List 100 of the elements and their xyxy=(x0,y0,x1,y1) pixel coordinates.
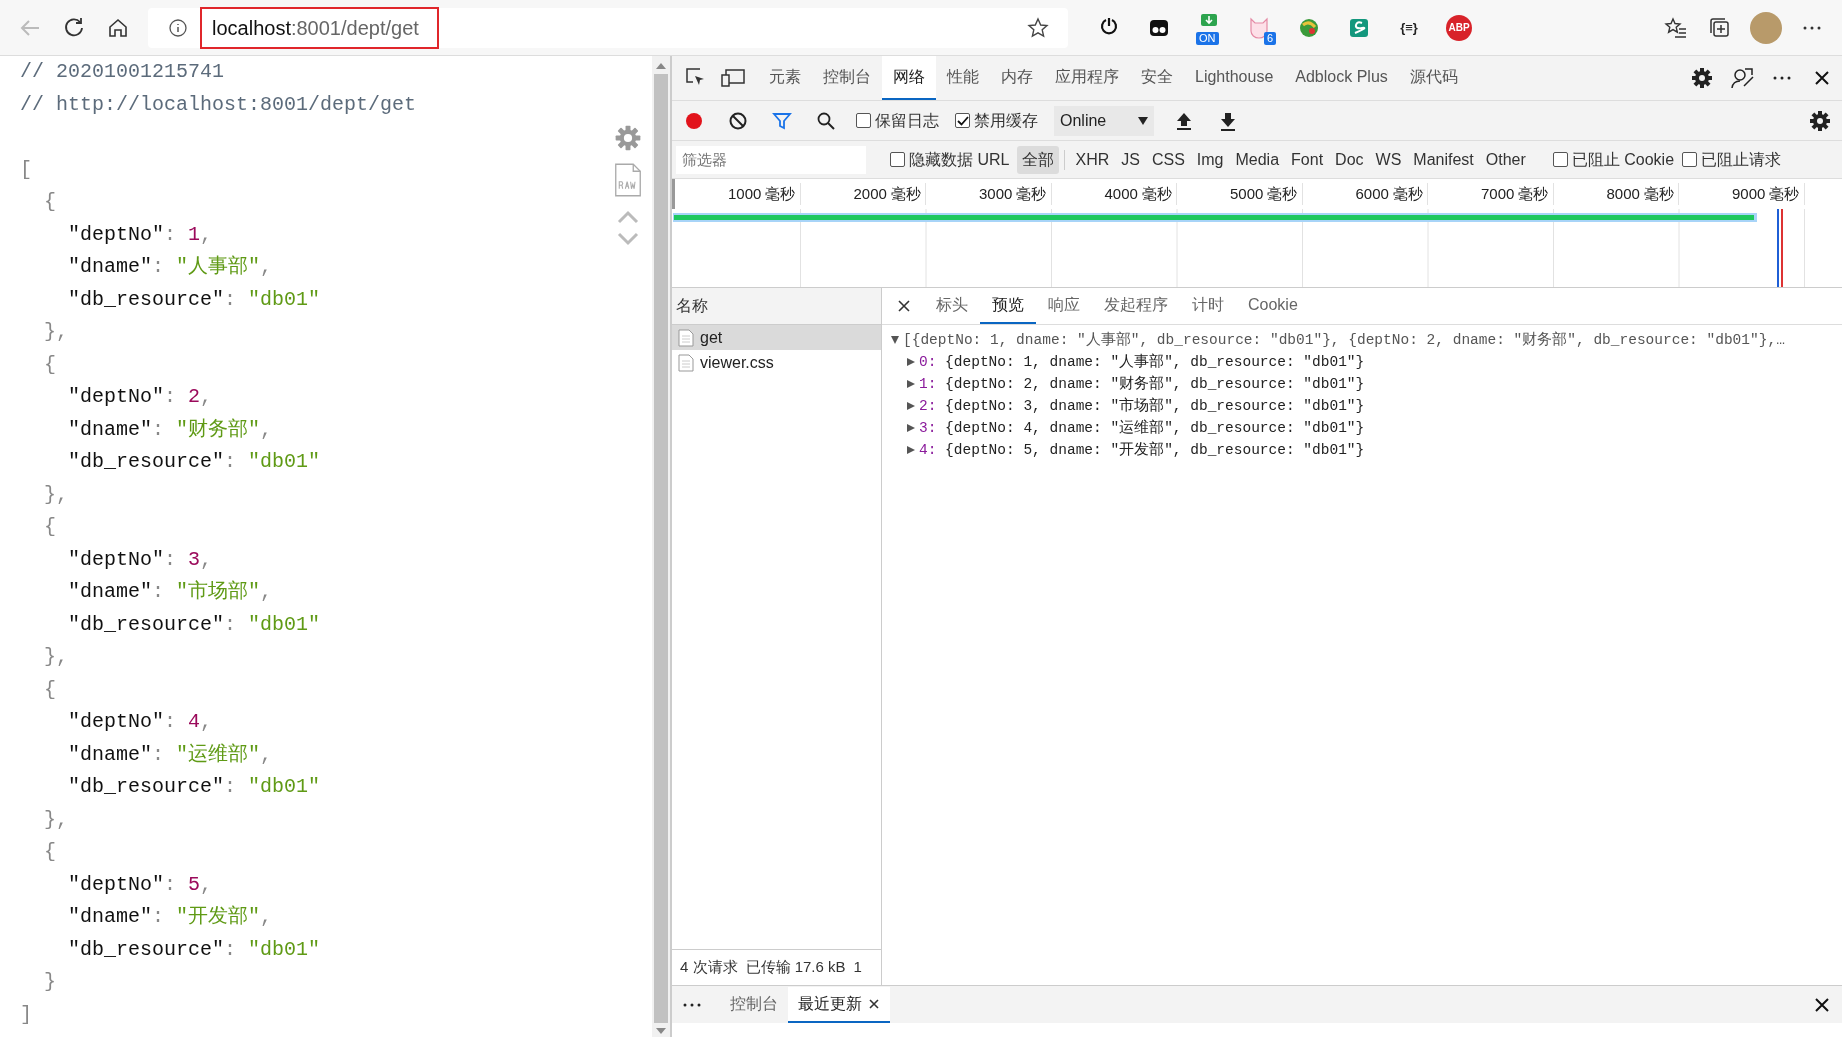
type-filter-button[interactable]: CSS xyxy=(1146,145,1190,174)
type-filter-button[interactable]: Media xyxy=(1230,145,1285,174)
checkbox[interactable] xyxy=(955,113,970,128)
drawer-tab[interactable]: 控制台 xyxy=(720,986,788,1023)
json-value: "db01" xyxy=(248,937,321,961)
brace-text: { xyxy=(44,840,56,863)
scrollbar[interactable] xyxy=(652,56,672,1037)
type-filter-button[interactable]: 全部 xyxy=(1017,145,1060,174)
preview-row[interactable]: 1: {deptNo: 2, dname: "财务部", db_resource: "db01"} xyxy=(919,373,1365,395)
detail-tab[interactable]: 预览 xyxy=(980,288,1036,324)
panel-tab[interactable]: 内存 xyxy=(990,56,1044,100)
tick-label: 5000 毫秒 xyxy=(1177,182,1303,206)
colon-text: : xyxy=(164,710,177,733)
json-key: "dname" xyxy=(68,905,152,928)
panel-tab[interactable]: Adblock Plus xyxy=(1284,56,1399,100)
type-filter-button[interactable]: JS xyxy=(1116,145,1145,174)
column-header[interactable]: 名称 xyxy=(676,294,708,318)
json-value: "db01" xyxy=(248,450,321,473)
expand-arrow-icon[interactable] xyxy=(906,423,916,433)
json-value: "人事部" xyxy=(176,255,261,278)
comma-text: , xyxy=(200,547,213,571)
type-filter-button[interactable]: XHR xyxy=(1070,145,1115,174)
panel-tab[interactable]: 网络 xyxy=(882,56,936,100)
checkbox[interactable] xyxy=(890,152,905,167)
expand-arrow-icon[interactable] xyxy=(906,445,916,455)
detail-tab[interactable]: 标头 xyxy=(924,288,980,324)
json-key: "db_resource" xyxy=(68,612,225,636)
detail-tab[interactable]: 发起程序 xyxy=(1092,288,1180,324)
panel-tab[interactable]: 应用程序 xyxy=(1044,56,1130,100)
panel-tab[interactable]: 控制台 xyxy=(812,56,882,100)
json-key: "dname" xyxy=(68,255,152,278)
type-filter-button[interactable]: Font xyxy=(1286,145,1329,174)
expand-arrow-icon[interactable] xyxy=(906,379,916,389)
json-key: "deptNo" xyxy=(68,547,164,571)
detail-tab[interactable]: 计时 xyxy=(1180,288,1236,324)
request-row[interactable]: get xyxy=(672,325,881,350)
comment-text: // http://localhost:8001/dept/get xyxy=(20,92,417,116)
filter-field[interactable]: 筛选器 xyxy=(676,145,866,174)
address-field[interactable]: localhost:8001/dept/get xyxy=(200,6,439,49)
extension-icon[interactable]: {≡} xyxy=(1400,17,1418,38)
type-filter-button[interactable]: Img xyxy=(1191,145,1229,174)
expand-arrow-icon[interactable] xyxy=(906,357,916,367)
scroll-up-icon[interactable] xyxy=(656,62,666,70)
panel-tab[interactable]: 安全 xyxy=(1130,56,1184,100)
tick-label: 4000 毫秒 xyxy=(1051,182,1177,206)
json-value: 3 xyxy=(188,547,201,571)
type-filter-button[interactable]: Other xyxy=(1480,145,1531,174)
expand-arrow-icon[interactable] xyxy=(906,401,916,411)
comma-text: , xyxy=(260,580,273,603)
json-value: 1 xyxy=(188,222,201,246)
colon-text: : xyxy=(164,222,177,246)
comma-text: , xyxy=(260,417,273,441)
panel-tab[interactable]: 元素 xyxy=(758,56,812,100)
drawer-tab[interactable]: 最近更新 xyxy=(788,986,890,1023)
panel-tab[interactable]: Lighthouse xyxy=(1184,56,1285,100)
checkbox-label[interactable]: 已阻止 Cookie xyxy=(1571,147,1675,172)
comma-text: , xyxy=(200,872,213,896)
checkbox-label[interactable]: 隐藏数据 URL xyxy=(909,147,1010,172)
panel-tab[interactable]: 性能 xyxy=(936,56,990,100)
checkbox-label[interactable]: 已阻止请求 xyxy=(1701,147,1782,172)
colon-text: : xyxy=(164,385,177,408)
json-key: "dname" xyxy=(68,742,152,766)
request-row[interactable]: viewer.css xyxy=(672,350,881,375)
json-value: 5 xyxy=(188,872,201,896)
checkbox[interactable] xyxy=(1682,152,1698,167)
colon-text: : xyxy=(224,287,237,311)
brace-text: { xyxy=(44,190,56,213)
comma-text: , xyxy=(260,255,273,278)
close-icon[interactable] xyxy=(868,997,880,1010)
preview-text: [{deptNo: 1, dname: "人事部", db_resource: "db01"}, {deptNo: 2, dname: "财务部", db_resource: "db01"},… xyxy=(903,330,1785,350)
scroll-down-icon[interactable] xyxy=(656,1027,666,1035)
preview-row[interactable]: 3: {deptNo: 4, dname: "运维部", db_resource: "db01"} xyxy=(919,417,1365,439)
status-text: 已传输 17.6 kB xyxy=(745,957,846,978)
tick-label: 9000 毫秒 xyxy=(1679,182,1805,206)
checkbox[interactable] xyxy=(1552,152,1568,167)
json-key: "db_resource" xyxy=(68,450,225,473)
checkbox[interactable] xyxy=(856,113,871,128)
panel-tab[interactable]: 源代码 xyxy=(1398,56,1469,100)
checkbox-label[interactable]: 保留日志 xyxy=(875,108,939,133)
type-filter-button[interactable]: Manifest xyxy=(1408,145,1479,174)
detail-tab[interactable]: 响应 xyxy=(1036,288,1092,324)
extension-badge: ON xyxy=(1196,31,1219,45)
request-name: get xyxy=(700,327,723,348)
json-key: "deptNo" xyxy=(68,872,164,896)
colon-text: : xyxy=(164,547,177,571)
colon-text: : xyxy=(224,450,237,473)
type-filter-button[interactable]: Doc xyxy=(1330,145,1369,174)
throttling-select[interactable]: Online xyxy=(1054,105,1154,136)
json-key: "db_resource" xyxy=(68,937,225,961)
preview-row[interactable]: 2: {deptNo: 3, dname: "市场部", db_resource: "db01"} xyxy=(919,395,1365,417)
preview-row[interactable]: 0: {deptNo: 1, dname: "人事部", db_resource: "db01"} xyxy=(919,351,1365,373)
checkbox-label[interactable]: 禁用缓存 xyxy=(974,108,1038,133)
brace-text: } xyxy=(44,970,56,993)
type-filter-button[interactable]: WS xyxy=(1370,145,1407,174)
expand-arrow-icon[interactable] xyxy=(890,335,900,345)
file-icon xyxy=(678,353,694,372)
adblock-badge[interactable]: ABP xyxy=(1446,14,1472,41)
preview-row[interactable]: 4: {deptNo: 5, dname: "开发部", db_resource: "db01"} xyxy=(919,439,1365,461)
tick-label: 3000 毫秒 xyxy=(926,182,1052,206)
detail-tab[interactable]: Cookie xyxy=(1236,288,1310,324)
